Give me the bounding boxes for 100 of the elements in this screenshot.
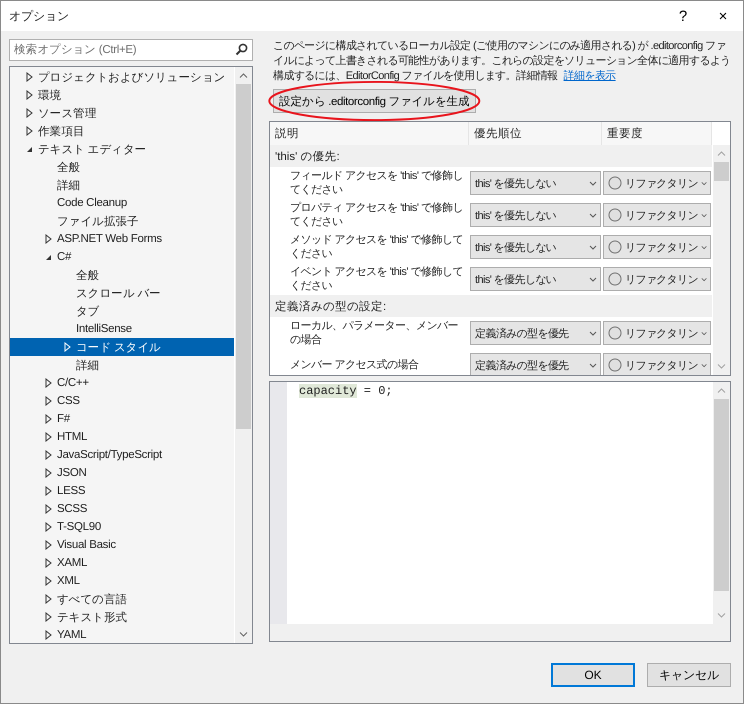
tree-item[interactable]: テキスト エディター <box>10 140 234 158</box>
chevron-down-icon <box>589 362 597 368</box>
caret-right-icon[interactable] <box>26 108 32 118</box>
scroll-up-icon[interactable] <box>239 73 248 78</box>
tree-item[interactable]: SCSS <box>10 500 234 518</box>
priority-dropdown[interactable]: this' を優先しない <box>470 235 601 259</box>
tree-item[interactable]: 作業項目 <box>10 122 234 140</box>
priority-dropdown[interactable]: this' を優先しない <box>470 267 601 291</box>
tree-item[interactable]: 全般 <box>10 158 234 176</box>
caret-right-icon[interactable] <box>44 234 52 244</box>
code-line: capacity = 0; <box>299 384 393 398</box>
scrollbar[interactable] <box>712 145 730 375</box>
search-field[interactable]: 検索オプション (Ctrl+E) <box>9 39 253 61</box>
tree-item[interactable]: XAML <box>10 554 234 572</box>
dialog-button[interactable]: キャンセル <box>647 663 731 687</box>
caret-right-icon[interactable] <box>44 396 52 406</box>
tree-item[interactable]: 環境 <box>10 86 234 104</box>
chevron-down-icon <box>700 330 707 336</box>
severity-dropdown[interactable]: リファクタリン <box>603 235 711 259</box>
caret-right-icon[interactable] <box>44 378 52 388</box>
caret-right-icon[interactable] <box>26 72 32 82</box>
caret-right-icon[interactable] <box>44 612 52 622</box>
caret-right-icon[interactable] <box>44 414 52 424</box>
tree-item[interactable]: JavaScript/TypeScript <box>10 446 234 464</box>
tree-item[interactable]: 詳細 <box>10 356 234 374</box>
tree-item[interactable]: LESS <box>10 482 234 500</box>
caret-down-icon[interactable] <box>44 254 52 260</box>
tree-item[interactable]: F# <box>10 410 234 428</box>
tree-item[interactable]: XML <box>10 572 234 590</box>
scroll-down-icon[interactable] <box>239 632 248 637</box>
scrollbar[interactable] <box>270 624 730 641</box>
chevron-down-icon <box>700 244 707 250</box>
tree-item[interactable]: C/C++ <box>10 374 234 392</box>
chevron-down-icon <box>700 362 707 368</box>
severity-dropdown[interactable]: リファクタリン <box>603 267 711 291</box>
tree-item[interactable]: ソース管理 <box>10 104 234 122</box>
tree-item[interactable]: YAML <box>10 626 234 643</box>
tree-item[interactable]: テキスト形式 <box>10 608 234 626</box>
tree-item[interactable]: ファイル拡張子 <box>10 212 234 230</box>
tree-item[interactable]: すべての言語 <box>10 590 234 608</box>
caret-down-icon[interactable] <box>26 146 32 152</box>
circle-icon <box>608 176 622 190</box>
help-button[interactable]: ? <box>663 1 703 31</box>
details-link[interactable]: 詳細を表示 <box>564 70 616 82</box>
column-header[interactable]: 重要度 <box>602 122 712 145</box>
caret-right-icon[interactable] <box>26 126 32 136</box>
tree-item[interactable]: タブ <box>10 302 234 320</box>
group-header: 定義済みの型の設定: <box>270 295 712 317</box>
severity-dropdown[interactable]: リファクタリン <box>603 353 711 375</box>
caret-right-icon[interactable] <box>44 504 52 514</box>
caret-right-icon[interactable] <box>44 630 52 640</box>
circle-icon <box>608 272 622 286</box>
generate-editorconfig-button[interactable]: 設定から .editorconfig ファイルを生成 <box>273 89 476 113</box>
column-header[interactable]: 優先順位 <box>469 122 602 145</box>
dialog-button[interactable]: OK <box>551 663 635 687</box>
priority-dropdown[interactable]: 定義済みの型を優先 <box>470 353 601 375</box>
tree-item[interactable]: 全般 <box>10 266 234 284</box>
search-icon <box>235 43 248 56</box>
chevron-down-icon <box>700 212 707 218</box>
circle-icon <box>608 240 622 254</box>
caret-right-icon[interactable] <box>44 558 52 568</box>
priority-dropdown[interactable]: this' を優先しない <box>470 203 601 227</box>
close-button[interactable]: × <box>703 1 743 31</box>
severity-dropdown[interactable]: リファクタリン <box>603 203 711 227</box>
tree-item[interactable]: C# <box>10 248 234 266</box>
setting-description: イベント アクセスを 'this' で修飾してください <box>289 265 464 294</box>
tree-item[interactable]: 詳細 <box>10 176 234 194</box>
priority-dropdown[interactable]: 定義済みの型を優先 <box>470 321 601 345</box>
scroll-thumb[interactable] <box>714 399 729 591</box>
tree-item[interactable]: コード スタイル <box>10 338 234 356</box>
circle-icon <box>608 208 622 222</box>
caret-right-icon[interactable] <box>44 432 52 442</box>
caret-right-icon[interactable] <box>44 576 52 586</box>
caret-right-icon[interactable] <box>44 540 52 550</box>
severity-dropdown[interactable]: リファクタリン <box>603 321 711 345</box>
tree-item[interactable]: T-SQL90 <box>10 518 234 536</box>
column-header[interactable]: 説明 <box>270 122 469 145</box>
caret-right-icon[interactable] <box>26 90 32 100</box>
caret-right-icon[interactable] <box>44 468 52 478</box>
caret-right-icon[interactable] <box>44 594 52 604</box>
tree-item[interactable]: HTML <box>10 428 234 446</box>
info-text: このページに構成されているローカル設定 (ご使用のマシンにのみ適用される) が .editorconfig ファイルによって上書きされる可能性があります。これらの設定をソリューション全体に適用するよう構成するには、EditorConfig ファイルを使用します。詳細情報 詳細を表示 <box>273 39 731 84</box>
tree-item[interactable]: ASP.NET Web Forms <box>10 230 234 248</box>
tree-item[interactable]: JSON <box>10 464 234 482</box>
chevron-down-icon <box>589 244 597 250</box>
priority-dropdown[interactable]: this' を優先しない <box>470 171 601 195</box>
tree-item[interactable]: IntelliSense <box>10 320 234 338</box>
severity-dropdown[interactable]: リファクタリン <box>603 171 711 195</box>
scroll-thumb[interactable] <box>714 162 729 181</box>
tree-item[interactable]: Visual Basic <box>10 536 234 554</box>
tree-item[interactable]: Code Cleanup <box>10 194 234 212</box>
caret-right-icon[interactable] <box>44 450 52 460</box>
caret-right-icon[interactable] <box>44 522 52 532</box>
scrollbar[interactable] <box>712 382 730 624</box>
caret-right-icon[interactable] <box>44 486 52 496</box>
tree-item[interactable]: CSS <box>10 392 234 410</box>
scrollbar[interactable] <box>234 67 252 643</box>
tree-item[interactable]: プロジェクトおよびソリューション <box>10 68 234 86</box>
tree-item[interactable]: スクロール バー <box>10 284 234 302</box>
scroll-thumb[interactable] <box>236 84 251 429</box>
